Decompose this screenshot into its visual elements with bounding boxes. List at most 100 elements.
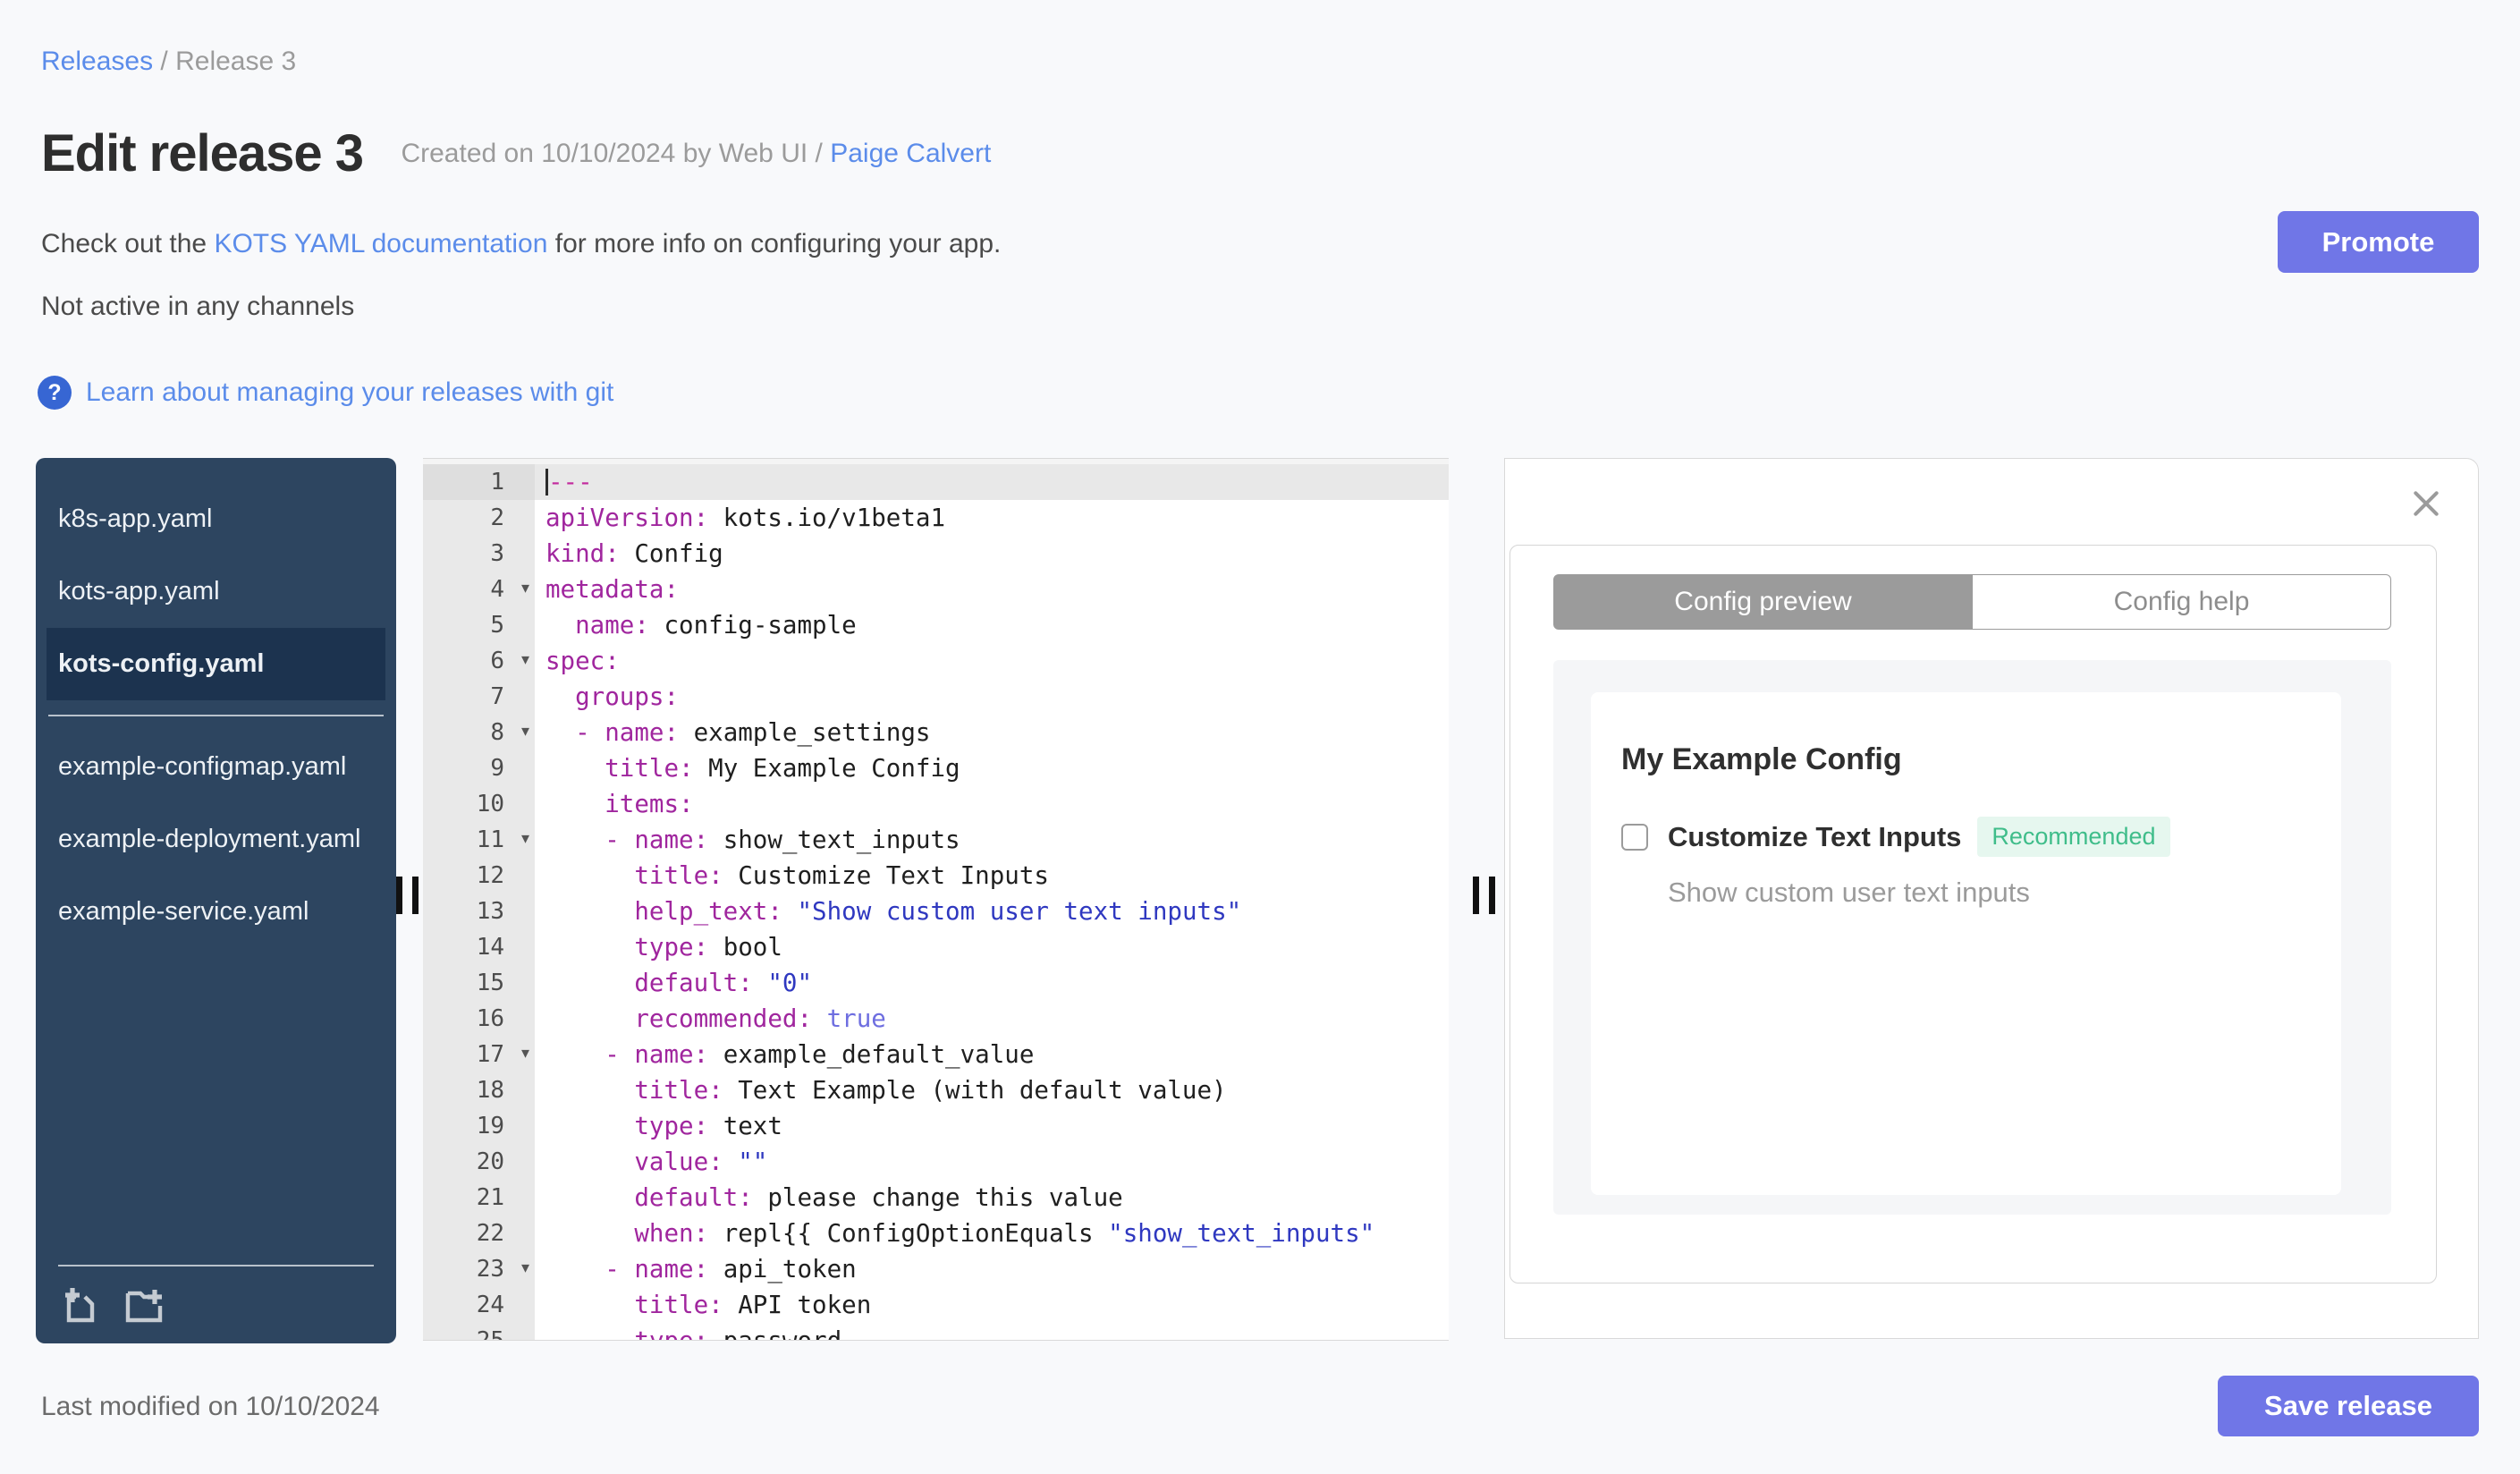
fold-chevron-icon[interactable]: ▾ (521, 641, 529, 677)
code-line-24[interactable]: 24 title: API token (423, 1287, 1449, 1323)
created-info: Created on 10/10/2024 by Web UI / Paige … (401, 139, 991, 169)
sidebar-file-example-service.yaml[interactable]: example-service.yaml (36, 876, 396, 948)
code-text: type: text (634, 1112, 782, 1140)
fold-chevron-icon[interactable]: ▾ (521, 1250, 529, 1285)
created-text: Created on 10/10/2024 by Web UI / (401, 139, 823, 168)
line-number: 6 ▾ (423, 643, 535, 679)
line-number: 4 ▾ (423, 572, 535, 607)
code-line-19[interactable]: 19 type: text (423, 1108, 1449, 1144)
code-text: help_text: "Show custom user text inputs… (634, 897, 1242, 926)
code-line-14[interactable]: 14 type: bool (423, 929, 1449, 965)
line-number: 16 (423, 1001, 535, 1037)
tab-config-preview[interactable]: Config preview (1553, 574, 1973, 630)
code-line-20[interactable]: 20 value: "" (423, 1144, 1449, 1180)
line-number: 14 (423, 929, 535, 965)
sidebar-file-example-deployment.yaml[interactable]: example-deployment.yaml (36, 803, 396, 876)
line-number: 13 (423, 894, 535, 929)
code-text: title: Text Example (with default value) (634, 1076, 1227, 1105)
doc-info-line: Check out the KOTS YAML documentation fo… (41, 229, 1001, 259)
customize-text-inputs-checkbox[interactable] (1621, 823, 1648, 851)
kots-yaml-doc-link[interactable]: KOTS YAML documentation (214, 229, 547, 258)
code-line-4[interactable]: 4 ▾ metadata: (423, 572, 1449, 607)
fold-chevron-icon[interactable]: ▾ (521, 820, 529, 856)
breadcrumb: Releases / Release 3 (41, 47, 296, 77)
code-line-6[interactable]: 6 ▾ spec: (423, 643, 1449, 679)
new-file-icon[interactable] (58, 1283, 101, 1326)
breadcrumb-separator: / (160, 47, 176, 76)
code-line-2[interactable]: 2 apiVersion: kots.io/v1beta1 (423, 500, 1449, 536)
code-line-9[interactable]: 9 title: My Example Config (423, 750, 1449, 786)
code-line-22[interactable]: 22 when: repl{{ ConfigOptionEquals "show… (423, 1216, 1449, 1251)
line-number: 20 (423, 1144, 535, 1180)
created-author-link[interactable]: Paige Calvert (830, 139, 991, 168)
config-item-help-text: Show custom user text inputs (1668, 877, 2030, 908)
code-line-3[interactable]: 3 kind: Config (423, 536, 1449, 572)
sidebar-file-kots-app.yaml[interactable]: kots-app.yaml (36, 555, 396, 628)
git-help-line: ? Learn about managing your releases wit… (38, 376, 613, 410)
git-help-link[interactable]: Learn about managing your releases with … (86, 377, 613, 408)
preview-body: My Example Config Customize Text Inputs … (1553, 660, 2391, 1215)
line-number: 7 (423, 679, 535, 715)
line-number: 15 (423, 965, 535, 1001)
code-text: --- (535, 464, 1449, 500)
code-line-5[interactable]: 5 name: config-sample (423, 607, 1449, 643)
doc-info-before: Check out the (41, 229, 215, 258)
code-line-23[interactable]: 23 ▾ - name: api_token (423, 1251, 1449, 1287)
line-number: 25 (423, 1323, 535, 1340)
config-group-card: My Example Config Customize Text Inputs … (1591, 692, 2341, 1195)
sidebar-file-kots-config.yaml[interactable]: kots-config.yaml (47, 628, 385, 700)
new-folder-icon[interactable] (123, 1283, 165, 1326)
line-number: 19 (423, 1108, 535, 1144)
code-line-16[interactable]: 16 recommended: true (423, 1001, 1449, 1037)
sidebar-file-k8s-app.yaml[interactable]: k8s-app.yaml (36, 483, 396, 555)
page-title: Edit release 3 (41, 124, 364, 182)
code-line-13[interactable]: 13 help_text: "Show custom user text inp… (423, 894, 1449, 929)
sidebar-footer-divider (58, 1265, 374, 1266)
config-item-row: Customize Text Inputs Recommended (1621, 817, 2305, 857)
sidebar-file-example-configmap.yaml[interactable]: example-configmap.yaml (36, 731, 396, 803)
title-row: Edit release 3 Created on 10/10/2024 by … (41, 123, 991, 183)
editor-preview-resize-handle[interactable] (1473, 877, 1503, 914)
code-text: recommended: true (634, 1004, 886, 1033)
code-line-11[interactable]: 11 ▾ - name: show_text_inputs (423, 822, 1449, 858)
line-number: 2 (423, 500, 535, 536)
code-line-7[interactable]: 7 groups: (423, 679, 1449, 715)
last-modified-text: Last modified on 10/10/2024 (41, 1392, 380, 1421)
code-line-21[interactable]: 21 default: please change this value (423, 1180, 1449, 1216)
code-line-12[interactable]: 12 title: Customize Text Inputs (423, 858, 1449, 894)
breadcrumb-releases-link[interactable]: Releases (41, 47, 153, 76)
close-icon[interactable] (2408, 486, 2444, 521)
code-line-18[interactable]: 18 title: Text Example (with default val… (423, 1072, 1449, 1108)
code-text: items: (605, 790, 694, 818)
line-number: 11 ▾ (423, 822, 535, 858)
fold-chevron-icon[interactable]: ▾ (521, 1035, 529, 1071)
code-line-15[interactable]: 15 default: "0" (423, 965, 1449, 1001)
kots-file-list: k8s-app.yaml kots-app.yaml kots-config.yam… (36, 458, 396, 700)
code-text: - name: example_default_value (605, 1040, 1035, 1069)
promote-button[interactable]: Promote (2278, 211, 2479, 273)
tab-config-help[interactable]: Config help (1973, 574, 2391, 630)
line-number: 1 (423, 464, 535, 500)
edit-release-page: Releases / Release 3 Edit release 3 Crea… (0, 0, 2520, 1474)
save-release-button[interactable]: Save release (2218, 1376, 2479, 1436)
line-number: 3 (423, 536, 535, 572)
code-text: groups: (575, 682, 680, 711)
code-line-17[interactable]: 17 ▾ - name: example_default_value (423, 1037, 1449, 1072)
code-line-25[interactable]: 25 type: password (423, 1323, 1449, 1340)
sidebar-footer (36, 1250, 396, 1343)
code-text: kind: Config (545, 539, 723, 568)
code-line-8[interactable]: 8 ▾ - name: example_settings (423, 715, 1449, 750)
file-sidebar: k8s-app.yaml kots-app.yaml kots-config.yam… (36, 458, 396, 1343)
sidebar-editor-resize-handle[interactable] (396, 877, 427, 914)
fold-chevron-icon[interactable]: ▾ (521, 713, 529, 749)
code-text: - name: example_settings (575, 718, 931, 747)
fold-chevron-icon[interactable]: ▾ (521, 570, 529, 606)
code-line-10[interactable]: 10 items: (423, 786, 1449, 822)
code-text: default: please change this value (634, 1183, 1123, 1212)
config-item-label: Customize Text Inputs (1668, 820, 1962, 852)
code-line-1[interactable]: 1 --- (423, 464, 1449, 500)
code-text: apiVersion: kots.io/v1beta1 (545, 504, 946, 532)
code-text: - name: show_text_inputs (605, 826, 960, 854)
yaml-editor[interactable]: 1 --- 2 apiVersion: kots.io/v1beta1 3 kind: C… (423, 458, 1449, 1341)
line-number: 21 (423, 1180, 535, 1216)
